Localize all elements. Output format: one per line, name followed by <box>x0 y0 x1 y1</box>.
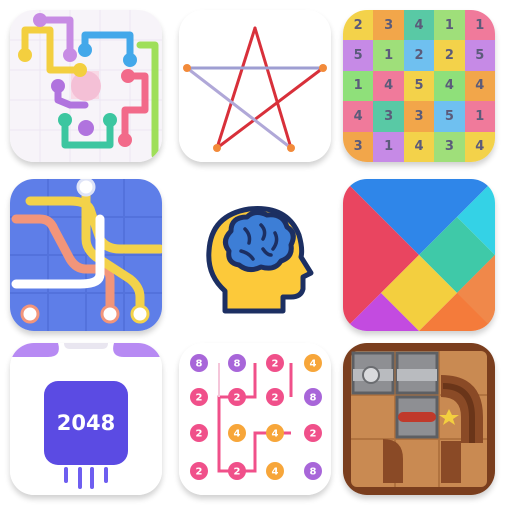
number-dot-label: 4 <box>234 429 241 440</box>
pipes-art <box>10 179 162 331</box>
dots-art: 8 8 2 4 2 2 2 8 2 4 4 2 2 2 4 8 <box>179 343 331 495</box>
number-dot: 8 <box>190 354 208 372</box>
number-dot: 4 <box>266 424 284 442</box>
grid-cell: 4 <box>464 131 495 162</box>
number-dot-label: 2 <box>196 429 203 440</box>
number-dot: 2 <box>190 388 208 406</box>
grid-cell: 1 <box>373 131 404 162</box>
number-dot: 2 <box>266 388 284 406</box>
grid-cell: 3 <box>403 101 435 132</box>
number-grid-board: 2341151225145444335131434 <box>343 10 495 162</box>
number-dot: 8 <box>228 354 246 372</box>
unblock-ball-game-icon[interactable] <box>343 343 495 495</box>
grid-cell: 1 <box>373 40 404 71</box>
number-dot-label: 2 <box>272 393 279 404</box>
grid-cell: 3 <box>373 101 404 132</box>
number-dot: 2 <box>190 424 208 442</box>
number-dot: 2 <box>190 462 208 480</box>
grid-cell: 5 <box>403 70 435 102</box>
brain-head-art <box>206 206 314 314</box>
number-dot-label: 2 <box>196 467 203 478</box>
one-line-star-game-icon[interactable] <box>179 10 331 162</box>
grid-cell: 4 <box>434 70 465 102</box>
number-dot-label: 4 <box>310 359 317 370</box>
number-grid-game-icon[interactable]: 2341151225145444335131434 <box>343 10 495 162</box>
grid-cell: 4 <box>403 10 435 41</box>
game-icons-grid: 2341151225145444335131434 2048 8 8 2 4 2… <box>0 0 512 512</box>
number-dot: 2 <box>304 424 322 442</box>
number-dot-label: 8 <box>234 359 241 370</box>
grid-cell: 2 <box>403 40 435 71</box>
number-dot: 4 <box>228 424 246 442</box>
flow-lines-art <box>10 10 162 162</box>
grid-cell: 4 <box>343 101 374 132</box>
number-dots-game-icon[interactable]: 8 8 2 4 2 2 2 8 2 4 4 2 2 2 4 8 <box>179 343 331 495</box>
number-dot-label: 4 <box>272 467 279 478</box>
grid-cell: 5 <box>464 40 495 71</box>
number-dot: 2 <box>228 462 246 480</box>
grid-cell: 4 <box>373 70 404 102</box>
number-dot-label: 8 <box>310 467 317 478</box>
brain-head-icon[interactable] <box>179 179 331 331</box>
grid-cell: 5 <box>343 40 374 71</box>
unblock-art <box>343 343 495 495</box>
number-dot-label: 2 <box>272 359 279 370</box>
pipe-connect-game-icon[interactable] <box>10 179 162 331</box>
number-dot-label: 2 <box>234 467 241 478</box>
grid-cell: 3 <box>373 10 404 41</box>
number-dot-label: 2 <box>234 393 241 404</box>
tangram-art <box>343 179 495 331</box>
grid-cell: 4 <box>403 131 435 162</box>
2048-label: 2048 <box>56 411 116 435</box>
number-dot: 2 <box>266 354 284 372</box>
grid-cell: 1 <box>464 101 495 132</box>
number-dot-label: 8 <box>310 393 317 404</box>
flow-lines-game-icon[interactable] <box>10 10 162 162</box>
number-dot: 8 <box>304 462 322 480</box>
number-dot-label: 8 <box>196 359 203 370</box>
grid-cell: 4 <box>464 70 495 102</box>
grid-cell: 1 <box>343 70 374 102</box>
number-dot: 8 <box>304 388 322 406</box>
grid-cell: 1 <box>464 10 495 41</box>
number-dot: 4 <box>266 462 284 480</box>
grid-cell: 3 <box>434 131 465 162</box>
grid-cell: 1 <box>434 10 465 41</box>
number-dot-label: 2 <box>196 393 203 404</box>
star-art <box>179 10 331 162</box>
grid-cell: 2 <box>434 40 465 71</box>
number-dot-label: 4 <box>272 429 279 440</box>
number-dot: 2 <box>228 388 246 406</box>
grid-cell: 2 <box>343 10 374 41</box>
grid-cell: 3 <box>343 131 374 162</box>
grid-cell: 5 <box>434 101 465 132</box>
tangram-game-icon[interactable] <box>343 179 495 331</box>
2048-game-icon[interactable]: 2048 <box>10 343 162 495</box>
number-dot-label: 2 <box>310 429 317 440</box>
2048-tile: 2048 <box>44 381 128 465</box>
number-dot: 4 <box>304 354 322 372</box>
